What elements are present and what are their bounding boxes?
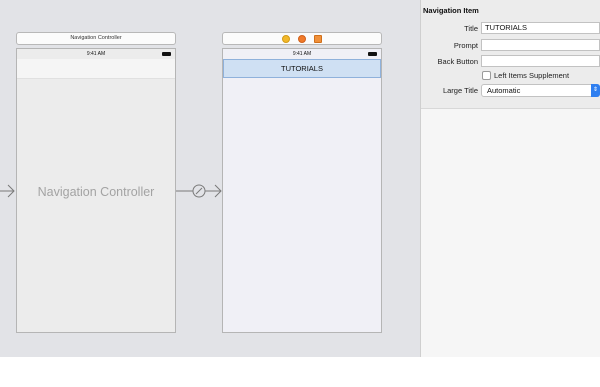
title-field[interactable]: TUTORIALS (481, 22, 600, 34)
nav-controller-placeholder-label: Navigation Controller (37, 185, 155, 199)
navigation-bar[interactable] (17, 59, 175, 79)
view-controller-icon[interactable] (282, 34, 290, 43)
inspector-empty-area (421, 108, 600, 357)
tutorials-scene[interactable]: 9:41 AM TUTORIALS (222, 48, 382, 333)
navigation-bar-selected[interactable]: TUTORIALS (223, 59, 381, 78)
navigation-bar-title: TUTORIALS (281, 64, 323, 73)
bottom-margin (0, 357, 600, 387)
status-time: 9:41 AM (86, 51, 106, 57)
first-responder-icon[interactable] (298, 34, 306, 43)
nav-controller-scene[interactable]: 9:41 AM Navigation Controller (16, 48, 176, 333)
left-items-supplement-label: Left Items Supplement (494, 71, 570, 80)
large-title-value: Automatic (487, 86, 521, 95)
nav-controller-scene-bar[interactable]: Navigation Controller (16, 32, 176, 45)
large-title-select[interactable]: Automatic ⇕ (481, 84, 600, 97)
exit-icon[interactable] (314, 34, 322, 43)
chevron-up-down-icon: ⇕ (591, 84, 600, 97)
title-label: Title (464, 24, 478, 33)
status-bar: 9:41 AM (223, 49, 381, 59)
left-items-supplement-checkbox[interactable] (482, 71, 491, 80)
status-bar: 9:41 AM (17, 49, 175, 59)
back-button-field[interactable] (481, 55, 600, 67)
prompt-field[interactable] (481, 39, 600, 51)
battery-icon (162, 52, 171, 56)
section-title: Navigation Item (423, 6, 479, 15)
nav-controller-scene-title: Navigation Controller (70, 35, 122, 41)
status-time: 9:41 AM (292, 51, 312, 57)
prompt-label: Prompt (453, 41, 478, 50)
tutorials-scene-bar[interactable] (222, 32, 382, 45)
attributes-inspector (420, 0, 600, 357)
back-button-label: Back Button (437, 57, 478, 66)
large-title-label: Large Title (442, 86, 478, 95)
battery-icon (368, 52, 377, 56)
